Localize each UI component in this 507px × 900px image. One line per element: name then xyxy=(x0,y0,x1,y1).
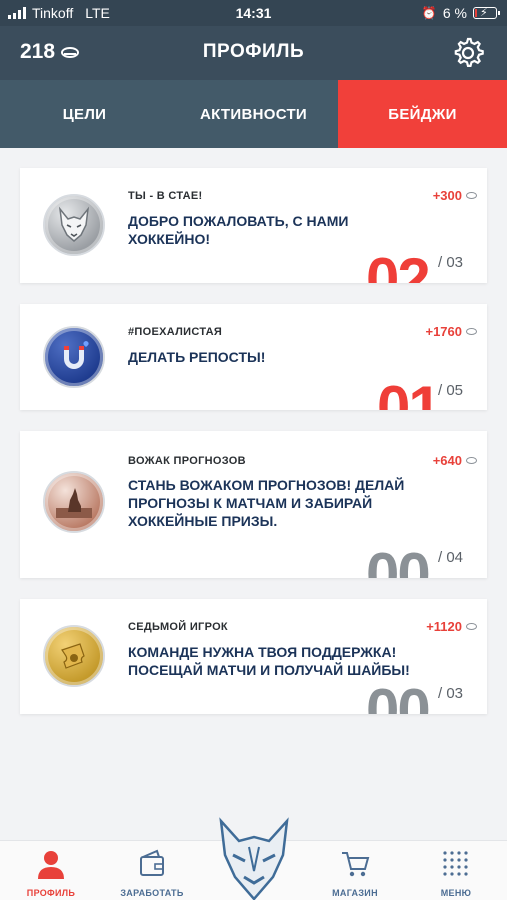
grid-dot xyxy=(443,858,447,862)
grid-dot xyxy=(457,851,461,855)
reward-value: +640 xyxy=(432,453,462,468)
magnet-icon xyxy=(64,341,89,369)
grid-dot xyxy=(450,851,454,855)
cart-icon xyxy=(342,852,370,877)
wallet-icon xyxy=(140,849,164,876)
grid-dot xyxy=(464,872,468,876)
medal-bronze xyxy=(43,471,105,533)
reward-value: +300 xyxy=(432,188,462,203)
medal-silver xyxy=(43,194,105,256)
badge-reward: +1120 xyxy=(426,619,477,634)
tab-badges[interactable]: БЕЙДЖИ xyxy=(338,80,507,148)
grid-dot xyxy=(450,872,454,876)
grid-dot xyxy=(443,872,447,876)
grid-dot xyxy=(464,865,468,869)
grid-dot xyxy=(443,865,447,869)
badge-label: #ПОЕХАЛИСТАЯ xyxy=(128,326,223,338)
grid-dot xyxy=(457,872,461,876)
alarm-icon: ⏰ xyxy=(421,6,437,20)
wolf-icon xyxy=(58,206,90,242)
status-bar: Tinkoff LTE 14:31 ⏰ 6 % ⚡ xyxy=(0,0,507,26)
grid-dot xyxy=(450,865,454,869)
badge-total: / 03 xyxy=(438,685,464,702)
nav-label: МЕНЮ xyxy=(440,888,472,898)
profile-tabs: ЦЕЛИ АКТИВНОСТИ БЕЙДЖИ xyxy=(0,80,507,148)
gear-icon[interactable] xyxy=(451,36,485,70)
badge-label: ВОЖАК ПРОГНОЗОВ xyxy=(128,455,246,467)
badge-label: СЕДЬМОЙ ИГРОК xyxy=(128,621,228,633)
nav-earn[interactable]: ЗАРАБОТАТЬ xyxy=(107,847,197,898)
grid-icon xyxy=(443,851,468,876)
nav-label: МАГАЗИН xyxy=(332,888,378,898)
badge-total: / 04 xyxy=(438,549,464,566)
badge-progress: 02 xyxy=(366,246,431,284)
grid-dot xyxy=(464,851,468,855)
medal-blue xyxy=(43,326,105,388)
badge-total: / 03 xyxy=(438,254,464,271)
puck-icon xyxy=(466,192,477,199)
badge-reward: +640 xyxy=(433,453,477,468)
wolf-logo-icon[interactable] xyxy=(211,815,297,900)
badge-card[interactable]: #ПОЕХАЛИСТАЯ +1760 ДЕЛАТЬ РЕПОСТЫ! 01 / … xyxy=(20,304,487,410)
grid-dot xyxy=(457,858,461,862)
badges-list: ТЫ - В СТАЕ! +300 ДОБРО ПОЖАЛОВАТЬ, С НА… xyxy=(0,148,507,840)
nav-label: ПРОФИЛЬ xyxy=(26,888,76,898)
medal-gold xyxy=(43,625,105,687)
grid-dot xyxy=(464,858,468,862)
battery-icon: ⚡ xyxy=(473,7,500,19)
nav-shop[interactable]: МАГАЗИН xyxy=(310,847,400,898)
grid-dot xyxy=(443,851,447,855)
badge-progress: 00 xyxy=(366,677,431,715)
puck-icon xyxy=(466,623,477,630)
battery-percent: 6 % xyxy=(442,5,467,21)
badge-description: ДЕЛАТЬ РЕПОСТЫ! xyxy=(128,349,266,365)
howling-wolf-icon xyxy=(56,488,92,518)
user-icon xyxy=(38,851,64,879)
badge-reward: +1760 xyxy=(425,324,477,339)
badge-reward: +300 xyxy=(433,188,477,203)
tab-activities[interactable]: АКТИВНОСТИ xyxy=(169,80,338,148)
badge-description: КОМАНДЕ НУЖНА ТВОЯ ПОДДЕРЖКА! ПОСЕЩАЙ МА… xyxy=(128,644,410,678)
nav-menu[interactable]: МЕНЮ xyxy=(411,847,501,898)
badge-description: ДОБРО ПОЖАЛОВАТЬ, С НАМИ ХОККЕЙНО! xyxy=(128,213,349,247)
badge-label: ТЫ - В СТАЕ! xyxy=(128,190,203,202)
ticket-icon xyxy=(61,643,85,669)
grid-dot xyxy=(450,858,454,862)
puck-icon xyxy=(466,328,477,335)
badge-card[interactable]: СЕДЬМОЙ ИГРОК +1120 КОМАНДЕ НУЖНА ТВОЯ П… xyxy=(20,599,487,714)
puck-icon xyxy=(466,457,477,464)
badge-card[interactable]: ВОЖАК ПРОГНОЗОВ +640 СТАНЬ ВОЖАКОМ ПРОГН… xyxy=(20,431,487,578)
badge-description: СТАНЬ ВОЖАКОМ ПРОГНОЗОВ! ДЕЛАЙ ПРОГНОЗЫ … xyxy=(128,477,405,529)
tab-goals[interactable]: ЦЕЛИ xyxy=(0,80,169,148)
badge-progress: 00 xyxy=(366,541,431,579)
badge-total: / 05 xyxy=(438,382,464,399)
grid-dot xyxy=(457,865,461,869)
reward-value: +1760 xyxy=(425,324,462,339)
badge-progress: 01 xyxy=(377,374,442,411)
page-title: ПРОФИЛЬ xyxy=(202,41,305,62)
nav-profile[interactable]: ПРОФИЛЬ xyxy=(6,847,96,898)
nav-label: ЗАРАБОТАТЬ xyxy=(120,888,184,898)
app-header: 218 ПРОФИЛЬ xyxy=(0,26,507,80)
badge-card[interactable]: ТЫ - В СТАЕ! +300 ДОБРО ПОЖАЛОВАТЬ, С НА… xyxy=(20,168,487,283)
reward-value: +1120 xyxy=(426,619,462,634)
